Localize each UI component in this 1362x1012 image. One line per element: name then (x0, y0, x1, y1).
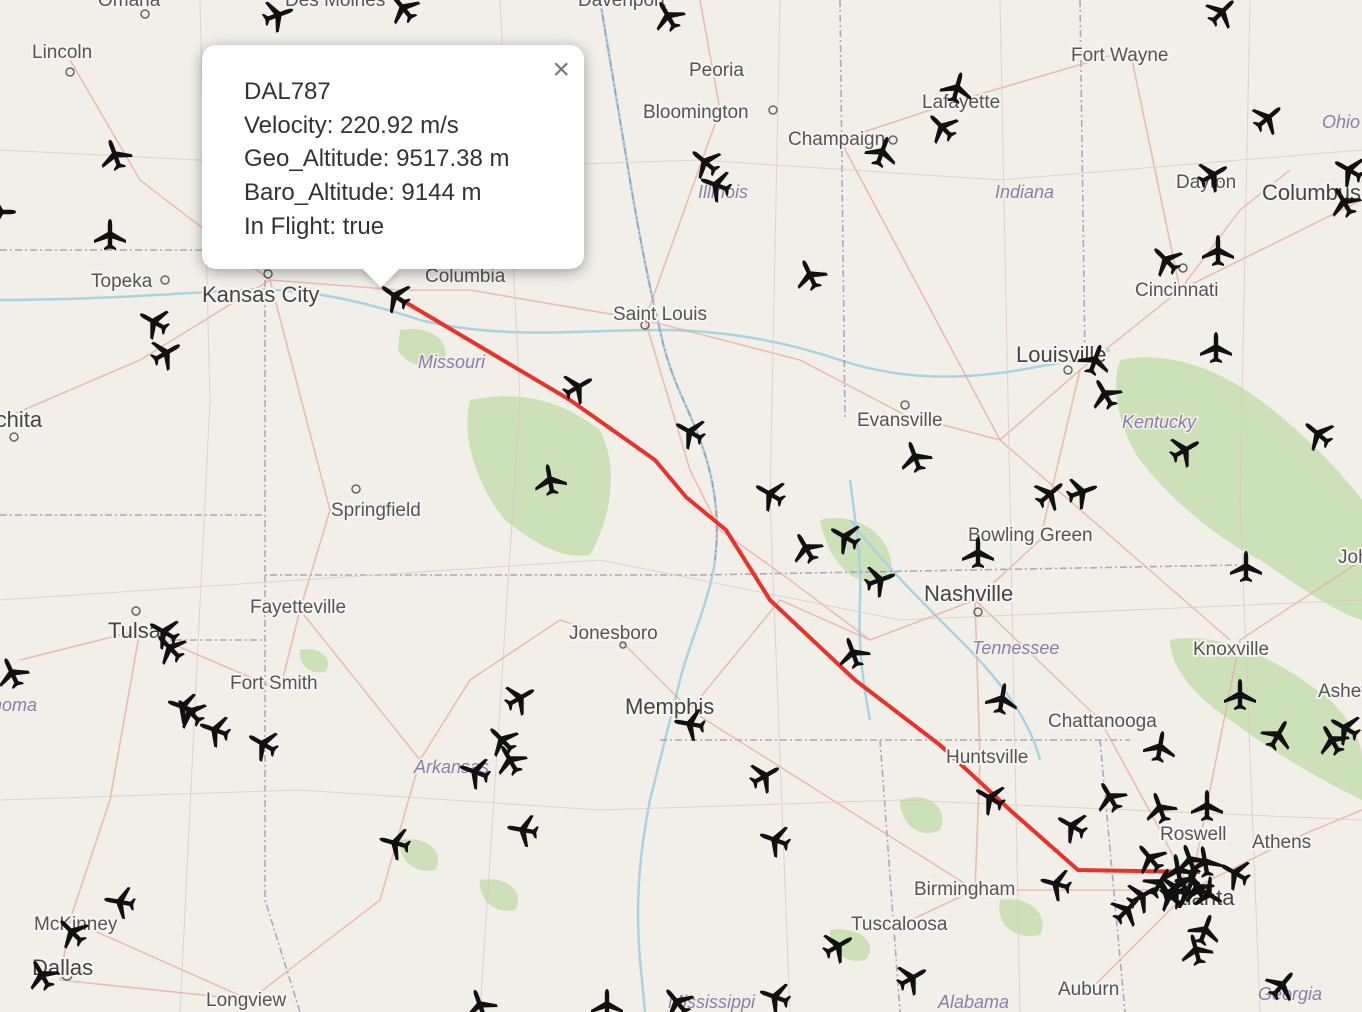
popup-velocity: Velocity: 220.92 m/s (244, 111, 459, 139)
city-label-evansville: Evansville (857, 410, 943, 431)
city-label-jonesboro: Jonesboro (569, 623, 658, 644)
state-label-georgia: Georgia (1258, 984, 1322, 1004)
city-label-omaha: Omaha (98, 0, 161, 11)
state-label-missouri: Missouri (418, 352, 486, 372)
city-label-cincinnati: Cincinnati (1135, 280, 1218, 301)
city-label-fayetteville: Fayetteville (250, 597, 346, 618)
city-label-peoria: Peoria (689, 60, 744, 81)
city-label-bloomington: Bloomington (643, 102, 749, 123)
city-label-saint-louis: Saint Louis (613, 304, 707, 325)
state-label-oklahoma: Oklahoma (0, 695, 37, 715)
city-label-nashville: Nashville (924, 581, 1013, 606)
popup-in-flight: In Flight: true (244, 212, 385, 240)
city-label-memphis: Memphis (625, 694, 714, 719)
close-icon[interactable]: × (552, 55, 570, 85)
city-label-asheville: Asheville (1318, 681, 1362, 702)
popup-geo-altitude: Geo_Altitude: 9517.38 m (244, 145, 510, 173)
city-label-des-moines: Des Moines (285, 0, 385, 11)
state-label-ohio: Ohio (1322, 112, 1360, 132)
state-label-indiana: Indiana (995, 182, 1054, 202)
city-label-birmingham: Birmingham (914, 879, 1015, 900)
city-label-johnson-city: Johnson City (1338, 547, 1362, 568)
state-label-alabama: Alabama (937, 992, 1009, 1012)
city-label-fort-wayne: Fort Wayne (1071, 45, 1169, 66)
city-label-bowling-green: Bowling Green (968, 525, 1093, 546)
city-label-auburn: Auburn (1058, 979, 1119, 1000)
city-label-fort-smith: Fort Smith (230, 673, 318, 694)
city-label-huntsville: Huntsville (946, 747, 1028, 768)
city-label-tuscaloosa: Tuscaloosa (851, 914, 948, 935)
popup-callsign: DAL787 (244, 78, 331, 105)
state-label-tennessee: Tennessee (972, 638, 1059, 658)
city-label-kansas-city: Kansas City (202, 282, 319, 307)
city-label-columbia: Columbia (425, 266, 506, 287)
city-label-chattanooga: Chattanooga (1048, 711, 1157, 732)
city-label-knoxville: Knoxville (1193, 639, 1269, 660)
city-label-dayton: Dayton (1176, 172, 1236, 193)
state-label-illinois: Illinois (698, 182, 748, 202)
city-label-davenport: Davenport (578, 0, 666, 11)
city-label-athens: Athens (1252, 832, 1311, 853)
flight-info-popup: × DAL787 Velocity: 220.92 m/s Geo_Altitu… (202, 45, 584, 288)
city-label-champaign: Champaign (788, 129, 885, 150)
city-label-longview: Longview (206, 990, 287, 1011)
city-label-lafayette: Lafayette (922, 92, 1000, 113)
city-label-roswell: Roswell (1160, 824, 1227, 845)
city-label-topeka: Topeka (91, 271, 153, 292)
city-label-lincoln: Lincoln (32, 42, 92, 63)
city-label-springfield: Springfield (331, 500, 421, 521)
state-label-kentucky: Kentucky (1122, 412, 1197, 432)
city-label-tulsa: Tulsa (108, 618, 162, 643)
city-label-wichita: Wichita (0, 407, 43, 432)
popup-baro-altitude: Baro_Altitude: 9144 m (244, 179, 482, 207)
